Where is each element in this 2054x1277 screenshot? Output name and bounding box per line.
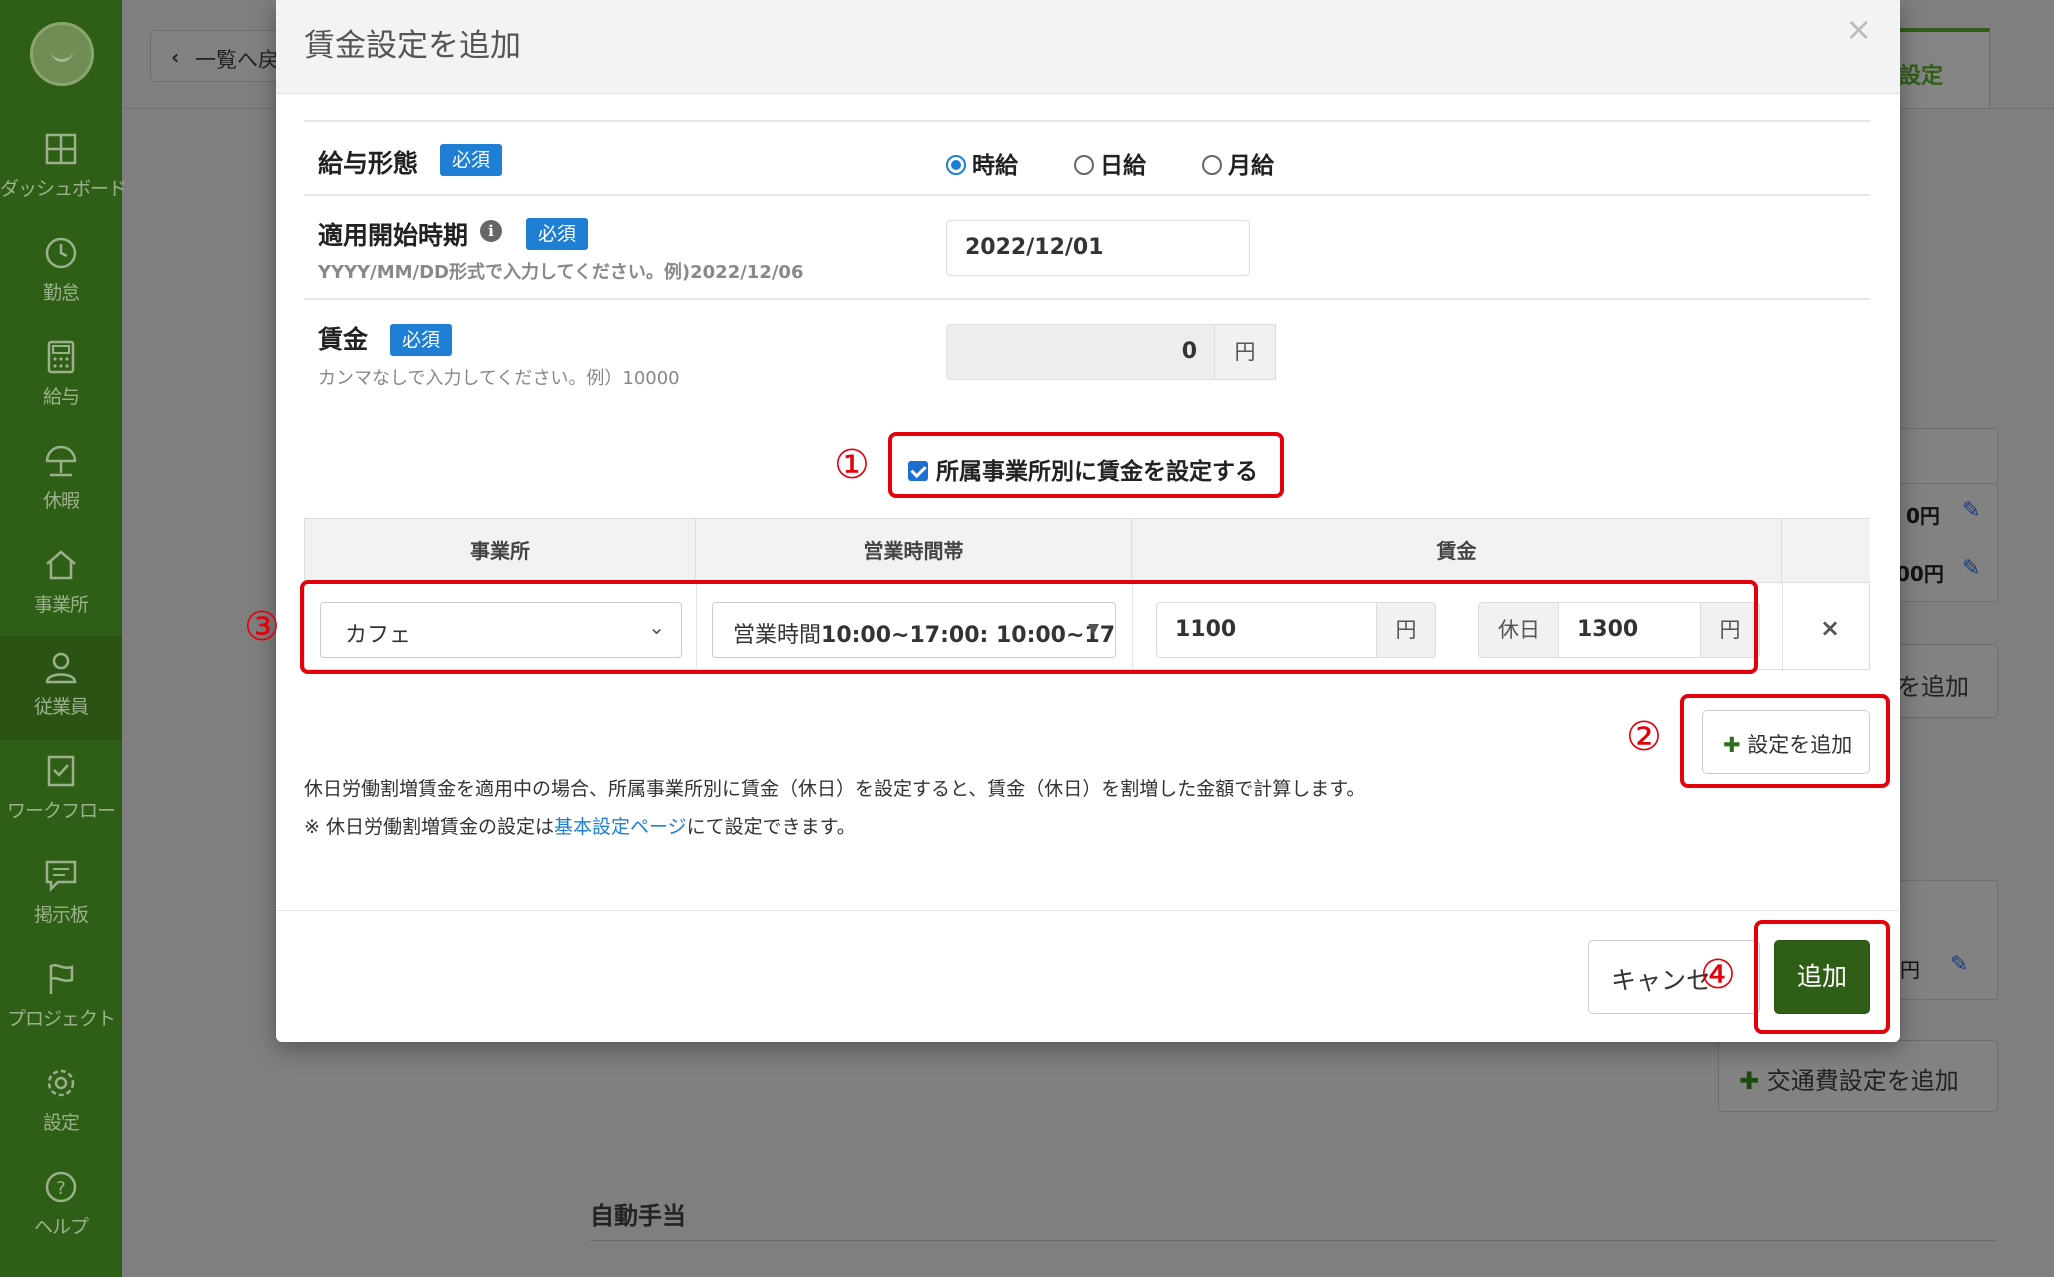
- flag-icon: [49, 964, 74, 994]
- basic-settings-link[interactable]: 基本設定ページ: [554, 816, 687, 838]
- table-header-wage: 賃金: [1132, 519, 1782, 583]
- help-icon: ?: [45, 1171, 77, 1203]
- calculator-icon: [47, 340, 75, 374]
- radio-selected-icon: [946, 155, 966, 175]
- annotation-number-3: ③: [244, 604, 280, 650]
- start-date-input[interactable]: 2022/12/01: [946, 220, 1250, 276]
- background-row2-value: 00円: [1896, 562, 1944, 586]
- add-wage-setting-modal: 賃金設定を追加 × 給与形態 必須 時給 日給 月給 適用開始時期 i 必須 Y…: [276, 0, 1900, 1042]
- required-badge: 必須: [526, 218, 589, 250]
- sidebar-item-label: ワークフロー: [6, 800, 116, 822]
- umbrella-icon: [45, 445, 77, 477]
- edit-pencil-icon[interactable]: ✎: [1962, 556, 1984, 581]
- sidebar-item-project[interactable]: プロジェクト: [0, 948, 122, 1052]
- annotation-box-2: [1680, 694, 1890, 788]
- sidebar-item-payroll[interactable]: 給与: [0, 326, 122, 430]
- required-badge: 必須: [390, 324, 453, 356]
- annotation-number-4: ④: [1700, 952, 1736, 998]
- modal-header: 賃金設定を追加 ×: [276, 0, 1900, 94]
- sidebar-item-label: 従業員: [33, 696, 89, 718]
- edit-pencil-icon[interactable]: ✎: [1950, 952, 1972, 977]
- remove-row-icon[interactable]: ×: [1820, 614, 1840, 642]
- sidebar-item-leave[interactable]: 休暇: [0, 430, 122, 534]
- dashboard-icon: [45, 133, 77, 165]
- sidebar-item-label: 事業所: [33, 594, 89, 616]
- edit-pencil-icon[interactable]: ✎: [1962, 498, 1984, 523]
- sidebar-item-label: 掲示板: [33, 904, 89, 926]
- auto-allowance-heading: 自動手当: [590, 1202, 686, 1230]
- sidebar-item-settings[interactable]: 設定: [0, 1052, 122, 1156]
- sidebar: ダッシュボード 勤怠 給与 休暇 事業所 従業員 ワークフロー 掲示板 プロジェ…: [0, 0, 127, 1277]
- annotation-box-1: [888, 432, 1284, 498]
- background-wage-table-header: [1886, 428, 1998, 484]
- sidebar-item-label: 休暇: [42, 490, 80, 512]
- required-badge: 必須: [440, 144, 503, 176]
- sidebar-item-label: プロジェクト: [6, 1008, 116, 1030]
- sidebar-item-label: 勤怠: [42, 282, 80, 304]
- annotation-number-1: ①: [834, 442, 870, 488]
- radio-monthly[interactable]: 月給: [1202, 146, 1274, 180]
- table-header-hours: 営業時間帯: [696, 519, 1132, 583]
- annotation-number-2: ②: [1626, 714, 1662, 760]
- table-header-office: 事業所: [305, 519, 696, 583]
- wage-label: 賃金: [318, 325, 369, 354]
- radio-icon: [1202, 155, 1222, 175]
- table-header-actions: [1782, 519, 1870, 583]
- svg-text:?: ?: [56, 1178, 66, 1199]
- home-icon: [46, 550, 76, 580]
- background-row1-value: 0円: [1906, 504, 1940, 528]
- sidebar-item-label: ヘルプ: [33, 1216, 89, 1238]
- sidebar-item-label: ダッシュボード: [0, 178, 127, 200]
- user-avatar[interactable]: [30, 22, 94, 86]
- clock-icon: [45, 237, 77, 269]
- person-icon: [45, 652, 77, 684]
- holiday-premium-note: 休日労働割増賃金を適用中の場合、所属事業所別に賃金（休日）を設定すると、賃金（休…: [304, 778, 1366, 800]
- document-check-icon: [47, 755, 75, 787]
- wage-hint: カンマなしで入力してください。例）10000: [318, 368, 680, 389]
- sidebar-item-dashboard[interactable]: ダッシュボード: [0, 118, 127, 222]
- sidebar-item-label: 給与: [42, 386, 80, 408]
- start-date-hint: YYYY/MM/DD形式で入力してください。例)2022/12/06: [318, 262, 804, 283]
- cell-divider: [1782, 583, 1783, 671]
- auto-allowance-divider: [590, 1240, 1996, 1241]
- pay-type-label: 給与形態: [318, 149, 419, 178]
- wage-unit: 円: [1214, 324, 1276, 380]
- radio-icon: [1074, 155, 1094, 175]
- background-add-button[interactable]: を追加: [1896, 644, 1998, 718]
- sidebar-item-attendance[interactable]: 勤怠: [0, 222, 122, 326]
- chat-icon: [45, 860, 77, 892]
- gear-icon: [47, 1069, 75, 1097]
- wage-input[interactable]: 0: [946, 324, 1216, 380]
- annotation-box-4: [1754, 920, 1890, 1034]
- row-divider: [304, 298, 1870, 300]
- sidebar-item-label: 設定: [42, 1112, 80, 1134]
- back-to-list-button[interactable]: ‹ 一覧へ戻: [150, 30, 290, 82]
- plus-icon: ✚: [1739, 1067, 1760, 1095]
- annotation-box-3: [300, 580, 1758, 674]
- radio-hourly[interactable]: 時給: [946, 146, 1018, 180]
- basic-settings-note: ※ 休日労働割増賃金の設定は基本設定ページにて設定できます。: [304, 816, 856, 838]
- sidebar-item-workflow[interactable]: ワークフロー: [0, 740, 122, 844]
- row-divider: [304, 194, 1870, 196]
- info-icon[interactable]: i: [480, 220, 502, 242]
- sidebar-item-help[interactable]: ? ヘルプ: [0, 1156, 122, 1260]
- row-divider: [304, 120, 1870, 122]
- footer-divider: [276, 910, 1900, 911]
- chevron-left-icon: ‹: [171, 45, 180, 69]
- close-icon[interactable]: ×: [1845, 10, 1872, 48]
- sidebar-item-board[interactable]: 掲示板: [0, 844, 122, 948]
- sidebar-item-office[interactable]: 事業所: [0, 534, 122, 638]
- add-transport-setting-button[interactable]: ✚ 交通費設定を追加: [1718, 1040, 1998, 1112]
- start-date-label: 適用開始時期: [318, 221, 469, 250]
- sidebar-item-employees[interactable]: 従業員: [0, 636, 122, 740]
- modal-title: 賃金設定を追加: [304, 28, 521, 64]
- radio-daily[interactable]: 日給: [1074, 146, 1146, 180]
- background-yen-unit: 円: [1900, 958, 1920, 982]
